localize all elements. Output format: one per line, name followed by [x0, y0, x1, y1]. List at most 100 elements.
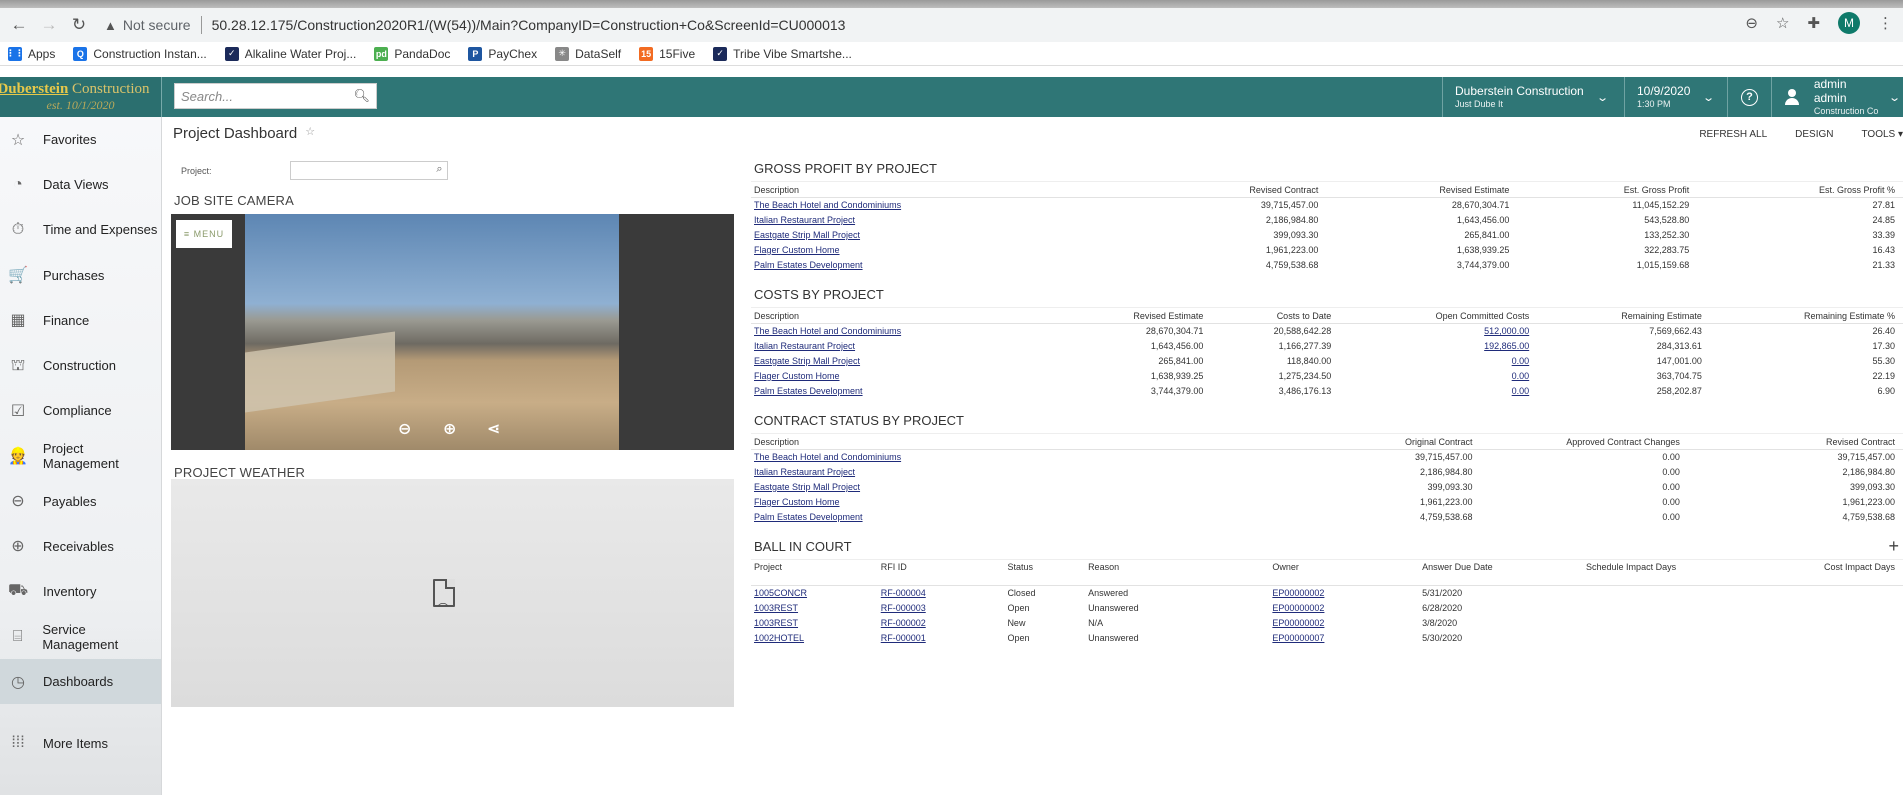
cell-link[interactable]: 1005CONCR [754, 588, 807, 598]
company-selector[interactable]: Duberstein Construction Just Dube It ⌄ [1442, 77, 1624, 117]
favorite-star-icon[interactable]: ☆ [305, 126, 315, 138]
cell-link[interactable]: 512,000.00 [1484, 326, 1529, 336]
column-header[interactable]: Revised Contract [1687, 433, 1903, 450]
column-header[interactable]: Remaining Estimate [1537, 307, 1710, 324]
url-text[interactable]: 50.28.12.175/Construction2020R1/(W(54))/… [212, 17, 846, 33]
cell-link[interactable]: RF-000002 [881, 618, 926, 628]
column-header[interactable]: Reason [1085, 559, 1270, 586]
cell-link[interactable]: EP00000002 [1272, 603, 1324, 613]
bookmark-item[interactable]: ⋮⋮ Apps [6, 46, 55, 61]
cell-link[interactable]: 192,865.00 [1484, 341, 1529, 351]
extensions-puzzle-icon[interactable]: ✚ [1807, 14, 1820, 32]
cell-link[interactable]: Palm Estates Development [754, 260, 863, 270]
business-date-selector[interactable]: 10/9/2020 1:30 PM ⌄ [1624, 77, 1727, 117]
cell-link[interactable]: EP00000002 [1272, 588, 1324, 598]
company-logo[interactable]: Duberstein Construction est. 10/1/2020 [0, 77, 162, 117]
design-button[interactable]: DESIGN [1795, 129, 1833, 140]
column-header[interactable]: Est. Gross Profit % [1697, 181, 1903, 198]
bookmark-item[interactable]: ✓ Tribe Vibe Smartshe... [713, 46, 852, 61]
sidebar-item-compliance[interactable]: ☑ Compliance [0, 388, 161, 433]
column-header[interactable]: Description [751, 307, 1060, 324]
column-header[interactable]: Open Committed Costs [1339, 307, 1538, 324]
bookmark-star-icon[interactable]: ☆ [1776, 14, 1789, 32]
cell-link[interactable]: Italian Restaurant Project [754, 341, 855, 351]
sidebar-item-favorites[interactable]: ☆ Favorites [0, 117, 161, 162]
global-search-input[interactable]: Search... 🔍︎ [174, 83, 377, 109]
back-button[interactable]: ← [6, 12, 32, 38]
column-header[interactable]: Project [751, 559, 878, 586]
cell-link[interactable]: Palm Estates Development [754, 386, 863, 396]
job-site-camera[interactable]: ≡ MENU ⊖ ⊕ ⋖ [171, 214, 734, 450]
column-header[interactable]: Revised Estimate [1059, 307, 1212, 324]
cell-link[interactable]: Eastgate Strip Mall Project [754, 482, 860, 492]
cell-link[interactable]: RF-000004 [881, 588, 926, 598]
sidebar-item-time-and-expenses[interactable]: ⏱ Time and Expenses [0, 207, 161, 252]
sidebar-item-inventory[interactable]: ⛟ Inventory [0, 569, 161, 614]
tools-menu-button[interactable]: TOOLS ▾ [1861, 129, 1903, 140]
cell-link[interactable]: 0.00 [1512, 371, 1530, 381]
search-icon[interactable]: ⌕ [436, 163, 442, 176]
add-icon[interactable]: + [1888, 536, 1899, 557]
column-header[interactable]: Est. Gross Profit [1517, 181, 1698, 198]
cell-link[interactable]: Flager Custom Home [754, 497, 840, 507]
cell-link[interactable]: Eastgate Strip Mall Project [754, 356, 860, 366]
forward-button[interactable]: → [36, 12, 62, 38]
bookmark-item[interactable]: 15 15Five [639, 46, 695, 61]
cell-link[interactable]: The Beach Hotel and Condominiums [754, 326, 901, 336]
sidebar-item-receivables[interactable]: ⊕ Receivables [0, 524, 161, 569]
column-header[interactable]: RFI ID [877, 559, 1005, 586]
column-header[interactable]: Answer Due Date [1419, 559, 1546, 586]
sidebar-item-purchases[interactable]: 🛒 Purchases [0, 253, 161, 298]
column-header[interactable]: Description [751, 433, 1193, 450]
bookmark-item[interactable]: ✳ DataSelf [555, 46, 621, 61]
column-header[interactable]: Approved Contract Changes [1480, 433, 1688, 450]
cell-link[interactable]: RF-000001 [881, 633, 926, 643]
bookmark-item[interactable]: pd PandaDoc [374, 46, 450, 61]
search-icon[interactable]: 🔍︎ [353, 88, 370, 104]
cell-link[interactable]: 0.00 [1512, 386, 1530, 396]
column-header[interactable]: Remaining Estimate % [1709, 307, 1903, 324]
cell-link[interactable]: EP00000002 [1272, 618, 1324, 628]
cell-link[interactable]: Flager Custom Home [754, 371, 840, 381]
column-header[interactable]: Owner [1269, 559, 1420, 586]
column-header[interactable]: Status [1004, 559, 1086, 586]
help-button[interactable]: ? [1727, 77, 1771, 117]
cell-link[interactable]: Palm Estates Development [754, 512, 863, 522]
column-header[interactable]: Schedule Impact Days [1545, 559, 1685, 586]
camera-menu-button[interactable]: ≡ MENU [176, 220, 232, 248]
sidebar-item-finance[interactable]: ▦ Finance [0, 298, 161, 343]
project-selector-input[interactable]: ⌕ [289, 161, 448, 180]
column-header[interactable]: Costs to Date [1211, 307, 1340, 324]
cell-link[interactable]: 1002HOTEL [754, 633, 804, 643]
cell-link[interactable]: Italian Restaurant Project [754, 215, 855, 225]
reload-button[interactable]: ↻ [66, 12, 92, 38]
sidebar-item-more-items[interactable]: ⁞⁞⁞ More Items [0, 720, 161, 765]
sidebar-item-service-management[interactable]: ⌸ Service Management [0, 614, 161, 659]
column-header[interactable]: Revised Estimate [1326, 181, 1518, 198]
security-status[interactable]: Not secure [123, 17, 191, 33]
zoom-out-icon[interactable]: ⊖ [1745, 14, 1758, 32]
user-menu[interactable]: admin admin Construction Co ⌄ [1771, 77, 1903, 117]
refresh-all-button[interactable]: REFRESH ALL [1699, 129, 1767, 140]
zoom-out-icon[interactable]: ⊖ [398, 419, 411, 439]
kebab-menu-icon[interactable]: ⋮ [1878, 14, 1893, 32]
sidebar-item-payables[interactable]: ⊖ Payables [0, 479, 161, 524]
warning-icon[interactable]: ▲ [104, 18, 117, 33]
bookmark-item[interactable]: P PayChex [468, 46, 537, 61]
sidebar-item-construction[interactable]: ⛫ Construction [0, 343, 161, 388]
cell-link[interactable]: RF-000003 [881, 603, 926, 613]
cell-link[interactable]: EP00000007 [1272, 633, 1324, 643]
cell-link[interactable]: The Beach Hotel and Condominiums [754, 452, 901, 462]
share-icon[interactable]: ⋖ [487, 419, 500, 439]
cell-link[interactable]: Eastgate Strip Mall Project [754, 230, 860, 240]
bookmark-item[interactable]: ✓ Alkaline Water Proj... [224, 46, 356, 61]
column-header[interactable]: Cost Impact Days [1684, 559, 1903, 586]
profile-avatar[interactable]: M [1838, 12, 1860, 34]
cell-link[interactable]: Flager Custom Home [754, 245, 840, 255]
sidebar-item-data-views[interactable]: ◔ Data Views [0, 162, 161, 207]
address-bar[interactable]: ▲ Not secure 50.28.12.175/Construction20… [104, 11, 845, 39]
cell-link[interactable]: 0.00 [1512, 356, 1530, 366]
cell-link[interactable]: 1003REST [754, 603, 798, 613]
zoom-in-icon[interactable]: ⊕ [443, 419, 456, 439]
column-header[interactable]: Description [751, 181, 1138, 198]
